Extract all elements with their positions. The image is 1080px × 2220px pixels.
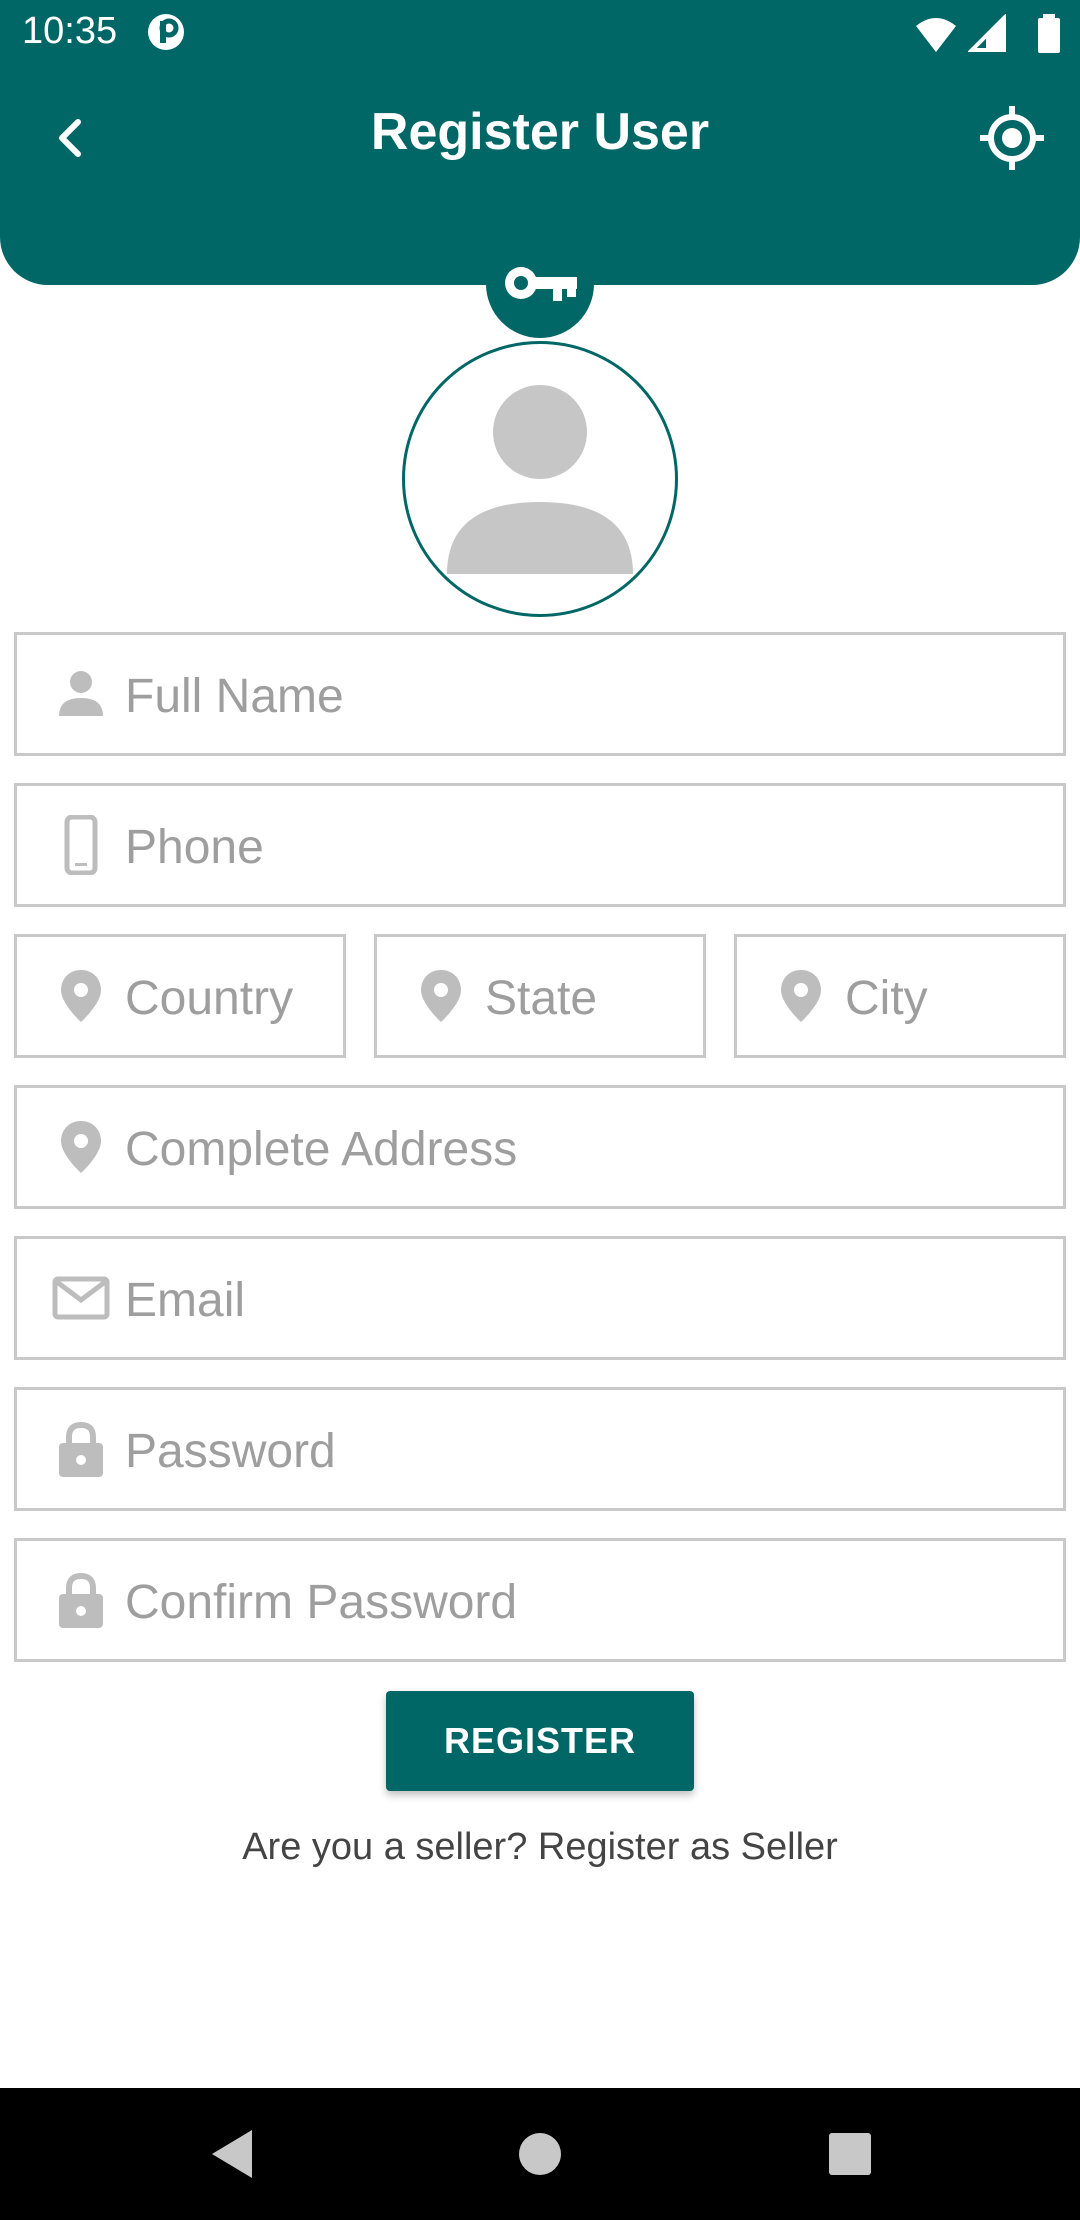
phone-field[interactable]: Phone: [14, 783, 1066, 907]
register-as-seller-link[interactable]: Are you a seller? Register as Seller: [0, 1826, 1080, 1869]
state-field[interactable]: State: [374, 934, 706, 1058]
person-placeholder-icon: [447, 385, 633, 574]
lock-icon: [59, 1421, 103, 1477]
country-field[interactable]: Country: [14, 934, 346, 1058]
location-pin-icon: [61, 1121, 101, 1173]
location-pin-icon: [61, 970, 101, 1022]
person-icon: [59, 671, 103, 716]
full-name-placeholder: Full Name: [125, 670, 344, 723]
nav-home-button[interactable]: [502, 2116, 578, 2192]
email-placeholder: Email: [125, 1274, 246, 1327]
city-placeholder: City: [845, 972, 928, 1025]
avatar[interactable]: [402, 341, 678, 617]
confirm-password-placeholder: Confirm Password: [125, 1576, 518, 1629]
country-placeholder: Country: [125, 972, 294, 1025]
address-field[interactable]: Complete Address: [14, 1085, 1066, 1209]
signal-icon: [968, 14, 1006, 52]
wifi-icon: [916, 18, 956, 52]
register-button[interactable]: REGISTER: [386, 1691, 694, 1791]
phone-placeholder: Phone: [125, 821, 264, 874]
location-pin-icon: [781, 970, 821, 1022]
city-field[interactable]: City: [734, 934, 1066, 1058]
phone-icon: [64, 815, 98, 875]
gps-target-icon[interactable]: [978, 104, 1046, 172]
mail-icon: [52, 1276, 110, 1320]
app-notification-icon: [148, 14, 184, 50]
status-time: 10:35: [22, 10, 118, 52]
full-name-field[interactable]: Full Name: [14, 632, 1066, 756]
key-badge: [486, 230, 594, 338]
page-title: Register User: [370, 103, 710, 161]
password-placeholder: Password: [125, 1425, 336, 1478]
address-placeholder: Complete Address: [125, 1123, 518, 1176]
confirm-password-field[interactable]: Confirm Password: [14, 1538, 1066, 1662]
password-field[interactable]: Password: [14, 1387, 1066, 1511]
nav-recents-button[interactable]: [812, 2116, 888, 2192]
key-icon: [505, 267, 577, 301]
email-field[interactable]: Email: [14, 1236, 1066, 1360]
register-button-label: REGISTER: [443, 1720, 637, 1761]
lock-icon: [59, 1572, 103, 1628]
battery-icon: [1038, 14, 1060, 53]
nav-back-button[interactable]: [198, 2116, 274, 2192]
state-placeholder: State: [485, 972, 598, 1025]
system-nav-bar: [0, 2088, 1080, 2220]
location-pin-icon: [421, 970, 461, 1022]
